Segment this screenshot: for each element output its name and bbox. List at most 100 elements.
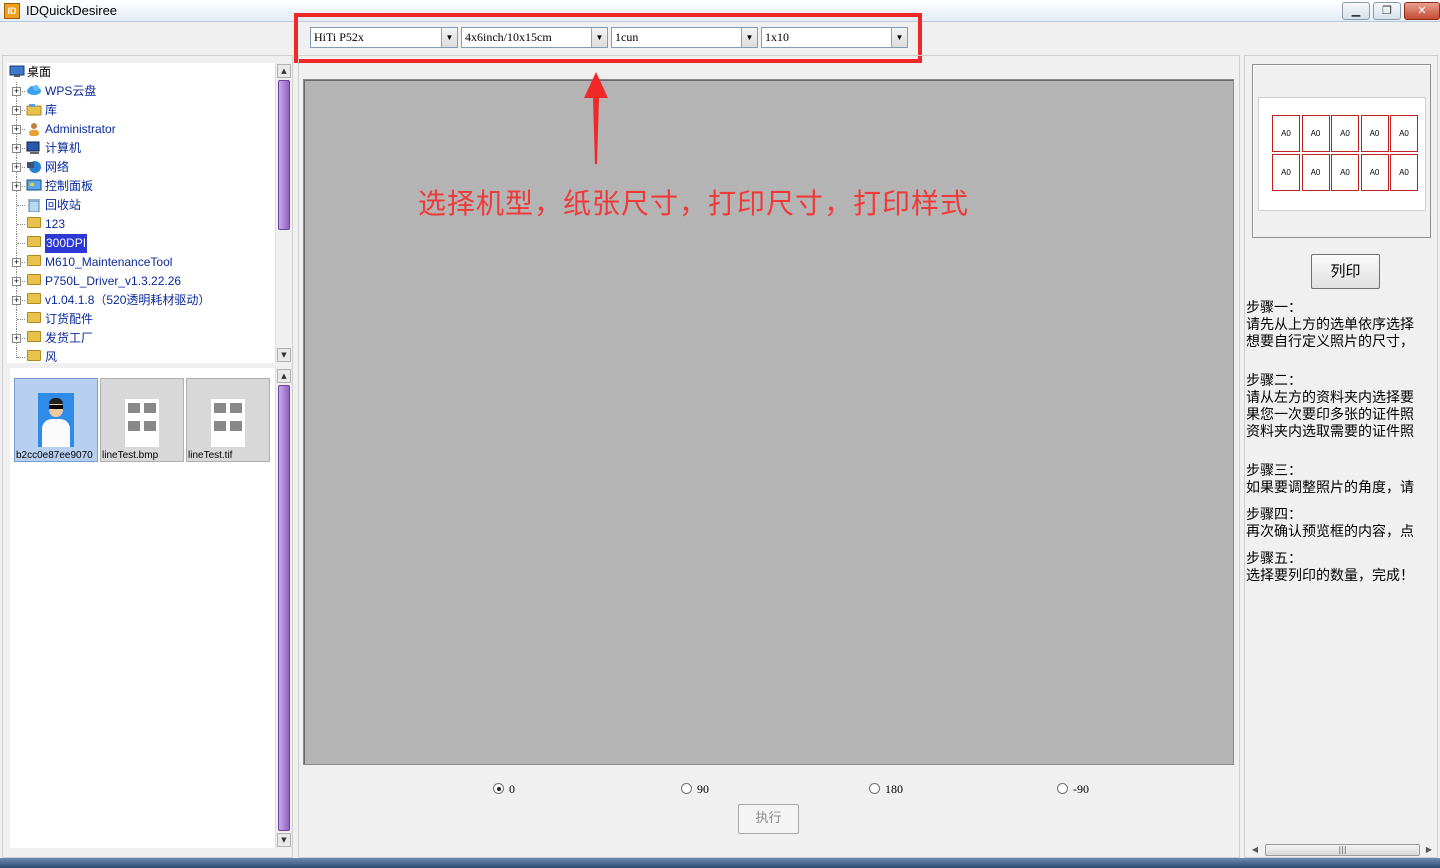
layout-cell: A0 <box>1360 115 1389 152</box>
tree-item[interactable]: + 网络 <box>7 158 275 177</box>
gallery-scrollbar[interactable]: ▲ ▼ <box>275 368 291 848</box>
printer-select[interactable]: HiTi P52x ▼ <box>310 27 458 48</box>
step-text: 想要自行定义照片的尺寸， <box>1246 334 1414 350</box>
expand-icon[interactable]: + <box>12 277 21 286</box>
radio-label: 0 <box>509 782 515 796</box>
print-size-select[interactable]: 1cun ▼ <box>611 27 758 48</box>
tree-item-label: 风 <box>45 350 58 363</box>
tree-item-label: 300DPI <box>45 234 88 253</box>
print-style-select[interactable]: 1x10 ▼ <box>761 27 908 48</box>
tree-item[interactable]: 300DPI <box>7 234 275 253</box>
folder-tree: 桌面 + WPS云盘 + 库 + Administrator + 计算机 + 网络 + 控制面板 回收站… <box>7 63 275 363</box>
tree-item-label: P750L_Driver_v1.3.22.26 <box>45 274 182 288</box>
thumbnail-item[interactable]: lineTest.tif <box>186 378 270 462</box>
tree-item[interactable]: + 发货工厂 <box>7 329 275 348</box>
radio-label: -90 <box>1073 782 1089 796</box>
step-title: 步骤三： <box>1246 463 1302 479</box>
thumbnail-item[interactable]: b2cc0e87ee9070 <box>14 378 98 462</box>
tree-item[interactable]: + 库 <box>7 101 275 120</box>
expand-icon[interactable]: + <box>12 334 21 343</box>
tree-connector <box>17 224 25 225</box>
tree-item[interactable]: + P750L_Driver_v1.3.22.26 <box>7 272 275 291</box>
tree-item-label: 桌面 <box>27 65 52 79</box>
tree-item-label: 网络 <box>45 160 70 174</box>
grid-image-icon <box>211 399 245 447</box>
print-button[interactable]: 列印 <box>1311 254 1380 289</box>
expand-icon[interactable]: + <box>12 258 21 267</box>
tree-item[interactable]: + WPS云盘 <box>7 82 275 101</box>
annotation-text: 选择机型，纸张尺寸，打印尺寸，打印样式 <box>418 187 970 220</box>
expand-icon[interactable]: + <box>12 125 21 134</box>
chevron-down-icon[interactable]: ▼ <box>891 28 907 47</box>
minimize-button[interactable]: ▁ <box>1342 2 1370 20</box>
step-title: 步骤五： <box>1246 551 1302 567</box>
radio-icon[interactable] <box>869 783 880 794</box>
tree-connector <box>17 243 25 244</box>
instructions-hscrollbar[interactable]: ◀ ||| ▶ <box>1247 843 1437 857</box>
app-logo-icon: ID <box>4 3 20 19</box>
tree-item-desktop[interactable]: 桌面 <box>7 63 275 82</box>
execute-button[interactable]: 执行 <box>738 804 799 834</box>
radio-label: 90 <box>697 782 709 796</box>
scroll-thumb[interactable] <box>278 385 290 831</box>
computer-icon <box>26 141 42 155</box>
tree-item-label: 库 <box>45 103 58 117</box>
tree-item[interactable]: + v1.04.1.8（520透明耗材驱动） <box>7 291 275 310</box>
scroll-up-icon[interactable]: ▲ <box>277 64 291 78</box>
folder-icon <box>26 217 42 231</box>
folder-icon <box>26 331 42 345</box>
tree-item-label: 发货工厂 <box>45 331 94 345</box>
chevron-down-icon[interactable]: ▼ <box>741 28 757 47</box>
expand-icon[interactable]: + <box>12 296 21 305</box>
chevron-down-icon[interactable]: ▼ <box>591 28 607 47</box>
tree-item[interactable]: + M610_MaintenanceTool <box>7 253 275 272</box>
maximize-button[interactable]: ❐ <box>1373 2 1401 20</box>
tree-item-label: 控制面板 <box>45 179 94 193</box>
scroll-left-icon[interactable]: ◀ <box>1248 844 1262 856</box>
close-button[interactable]: ✕ <box>1404 2 1440 20</box>
user-icon <box>26 122 42 136</box>
chevron-down-icon[interactable]: ▼ <box>441 28 457 47</box>
tree-item[interactable]: 订货配件 <box>7 310 275 329</box>
tree-item[interactable]: 回收站 <box>7 196 275 215</box>
expand-icon[interactable]: + <box>12 182 21 191</box>
tree-connector <box>17 205 25 206</box>
scroll-down-icon[interactable]: ▼ <box>277 833 291 847</box>
print-size-select-value: 1cun <box>615 30 639 44</box>
tree-scrollbar[interactable]: ▲ ▼ <box>275 63 291 363</box>
thumbnail-item[interactable]: lineTest.bmp <box>100 378 184 462</box>
expand-icon[interactable]: + <box>12 144 21 153</box>
layout-cell: A0 <box>1272 154 1300 191</box>
paper-size-select[interactable]: 4x6inch/10x15cm ▼ <box>461 27 608 48</box>
tree-item[interactable]: + 控制面板 <box>7 177 275 196</box>
folder-icon <box>26 274 42 288</box>
layout-cell: A0 <box>1331 115 1359 152</box>
tree-item[interactable]: + 计算机 <box>7 139 275 158</box>
thumbnail-caption: b2cc0e87ee9070 <box>16 450 93 461</box>
scroll-right-icon[interactable]: ▶ <box>1422 844 1436 856</box>
recycle-bin-icon <box>26 198 42 213</box>
folder-icon <box>26 236 42 250</box>
radio-icon[interactable] <box>681 783 692 794</box>
expand-icon[interactable]: + <box>12 87 21 96</box>
radio-icon[interactable] <box>493 783 504 794</box>
scroll-thumb[interactable] <box>278 80 290 230</box>
step-text: 资料夹内选取需要的证件照 <box>1246 424 1414 440</box>
scroll-down-icon[interactable]: ▼ <box>277 348 291 362</box>
step-block: 步骤三： 如果要调整照片的角度，请 <box>1246 463 1438 497</box>
scroll-up-icon[interactable]: ▲ <box>277 369 291 383</box>
scroll-thumb[interactable]: ||| <box>1265 844 1420 856</box>
step-block: 步骤五： 选择要列印的数量，完成！ <box>1246 551 1438 585</box>
tree-item[interactable]: 风 <box>7 348 275 363</box>
tree-item[interactable]: + Administrator <box>7 120 275 139</box>
expand-icon[interactable]: + <box>12 163 21 172</box>
tree-item[interactable]: 123 <box>7 215 275 234</box>
step-text: 选择要列印的数量，完成！ <box>1246 568 1414 584</box>
layout-cell: A0 <box>1360 154 1389 191</box>
tree-connector <box>17 357 25 358</box>
expand-icon[interactable]: + <box>12 106 21 115</box>
instructions: 步骤一： 请先从上方的选单依序选择 想要自行定义照片的尺寸， 步骤二： 请从左方的资料夹… <box>1246 300 1438 585</box>
radio-icon[interactable] <box>1057 783 1068 794</box>
library-icon <box>26 103 42 117</box>
annotation-arrow-icon <box>584 72 608 164</box>
